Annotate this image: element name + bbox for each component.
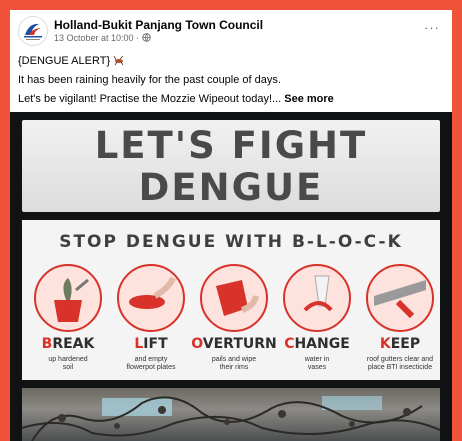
step-lift-word: LIFT	[134, 336, 168, 352]
step-change-desc: water in vases	[304, 356, 330, 371]
post-meta: 13 October at 10:00 ·	[54, 33, 151, 43]
post-image[interactable]: LET'S FIGHT DENGUE STOP DENGUE WITH B-L-…	[10, 112, 452, 441]
step-keep-desc: roof gutters clear and place BTI insectic…	[366, 356, 434, 371]
break-illustration-icon	[34, 264, 102, 332]
post-text-line-3-content: Let's be vigilant! Practise the Mozzie W…	[18, 93, 282, 105]
post-text-line-1: {DENGUE ALERT}	[18, 55, 125, 67]
post-text-line-3: Let's be vigilant! Practise the Mozzie W…	[18, 93, 334, 105]
block-steps-banner: STOP DENGUE WITH B-L-O-C-K BREAK up hard…	[22, 220, 440, 380]
post-header: Holland-Bukit Panjang Town Council 13 Oc…	[10, 10, 452, 50]
step-keep-word: KEEP	[379, 336, 421, 352]
more-options-icon[interactable]: ···	[424, 20, 440, 35]
step-overturn-desc: pails and wipe their rims	[211, 356, 257, 371]
step-break-desc: up hardened soil	[48, 356, 88, 371]
post-timestamp[interactable]: 13 October at 10:00 ·	[54, 33, 139, 43]
block-subtitle: STOP DENGUE WITH B-L-O-C-K	[59, 232, 403, 252]
step-overturn-word: OVERTURN	[191, 336, 277, 352]
see-more-link[interactable]: See more	[284, 93, 334, 105]
headline-line-2: DENGUE	[138, 166, 324, 209]
overturn-illustration-icon	[200, 264, 268, 332]
step-break-word: BREAK	[41, 336, 95, 352]
headline-banner: LET'S FIGHT DENGUE	[22, 120, 440, 212]
globe-icon	[141, 33, 151, 42]
keep-illustration-icon	[366, 264, 434, 332]
mosquito-photo	[22, 388, 440, 441]
dengue-alert-text: {DENGUE ALERT}	[18, 55, 111, 67]
town-council-logo-icon	[24, 23, 42, 40]
step-change-word: CHANGE	[284, 336, 350, 352]
mosquito-emoji-icon	[113, 55, 124, 66]
page-name-link[interactable]: Holland-Bukit Panjang Town Council	[54, 18, 263, 32]
lift-illustration-icon	[117, 264, 185, 332]
step-lift-desc: and empty flowerpot plates	[126, 356, 176, 371]
page-avatar[interactable]	[18, 16, 48, 46]
post-text-line-2: It has been raining heavily for the past…	[18, 74, 281, 86]
facebook-post-card: Holland-Bukit Panjang Town Council 13 Oc…	[10, 10, 452, 441]
change-illustration-icon	[283, 264, 351, 332]
headline-line-1: LET'S FIGHT	[94, 124, 368, 167]
